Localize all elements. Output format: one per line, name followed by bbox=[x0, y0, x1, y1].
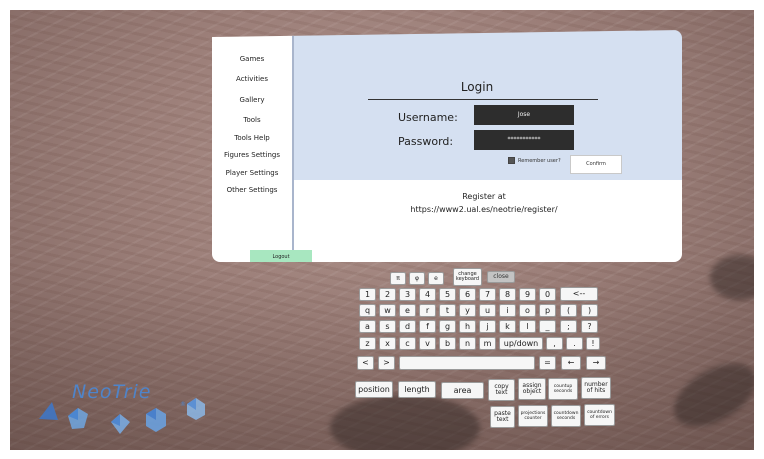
title-divider bbox=[368, 99, 598, 100]
logout-button[interactable]: Logout bbox=[250, 250, 312, 262]
key-c[interactable]: c bbox=[399, 337, 416, 350]
key-r[interactable]: r bbox=[419, 304, 436, 317]
key-equals[interactable]: = bbox=[539, 356, 556, 370]
sidebar-item-activities[interactable]: Activities bbox=[212, 75, 292, 83]
length-button[interactable]: length bbox=[398, 381, 436, 398]
key-close-paren[interactable]: ) bbox=[581, 304, 598, 317]
sidebar-item-figures-settings[interactable]: Figures Settings bbox=[212, 151, 292, 159]
key-6[interactable]: 6 bbox=[459, 288, 476, 301]
checkbox-icon bbox=[508, 157, 515, 164]
key-9[interactable]: 9 bbox=[519, 288, 536, 301]
area-button[interactable]: area bbox=[441, 382, 484, 399]
sidebar-item-tools[interactable]: Tools bbox=[212, 116, 292, 124]
key-e[interactable]: e bbox=[399, 304, 416, 317]
key-h[interactable]: h bbox=[459, 320, 476, 333]
confirm-button[interactable]: Confirm bbox=[570, 155, 622, 174]
key-x[interactable]: x bbox=[379, 337, 396, 350]
key-n[interactable]: n bbox=[459, 337, 476, 350]
position-button[interactable]: position bbox=[355, 381, 393, 398]
key-phi[interactable]: φ bbox=[409, 272, 425, 285]
sidebar-item-player-settings[interactable]: Player Settings bbox=[212, 169, 292, 177]
countup-seconds-button[interactable]: countup seconds bbox=[548, 378, 578, 400]
key-y[interactable]: y bbox=[459, 304, 476, 317]
up-down-key[interactable]: up/down bbox=[499, 337, 543, 350]
key-4[interactable]: 4 bbox=[419, 288, 436, 301]
key-less-than[interactable]: < bbox=[357, 356, 374, 370]
key-8[interactable]: 8 bbox=[499, 288, 516, 301]
sidebar-item-games[interactable]: Games bbox=[212, 55, 292, 63]
key-q[interactable]: q bbox=[359, 304, 376, 317]
left-arrow-key[interactable]: ← bbox=[561, 356, 581, 370]
password-label: Password: bbox=[398, 135, 454, 148]
key-k[interactable]: k bbox=[499, 320, 516, 333]
username-field[interactable]: Jose bbox=[474, 105, 574, 125]
login-title: Login bbox=[460, 80, 494, 94]
key-f[interactable]: f bbox=[419, 320, 436, 333]
key-i[interactable]: i bbox=[499, 304, 516, 317]
key-3[interactable]: 3 bbox=[399, 288, 416, 301]
key-o[interactable]: o bbox=[519, 304, 536, 317]
logo-text: NeoTrie bbox=[72, 381, 152, 403]
sidebar-item-other-settings[interactable]: Other Settings bbox=[212, 186, 292, 194]
key-e-constant[interactable]: e bbox=[428, 272, 444, 285]
key-t[interactable]: t bbox=[439, 304, 456, 317]
register-info: Register at https://www2.ual.es/neotrie/… bbox=[304, 190, 664, 216]
key-underscore[interactable]: _ bbox=[539, 320, 556, 333]
copy-text-button[interactable]: copy text bbox=[488, 379, 515, 401]
key-comma[interactable]: , bbox=[546, 337, 563, 350]
key-d[interactable]: d bbox=[399, 320, 416, 333]
sidebar-item-gallery[interactable]: Gallery bbox=[212, 96, 292, 104]
remember-user-label: Remember user? bbox=[518, 157, 561, 164]
right-arrow-key[interactable]: → bbox=[586, 356, 606, 370]
key-g[interactable]: g bbox=[439, 320, 456, 333]
key-5[interactable]: 5 bbox=[439, 288, 456, 301]
key-s[interactable]: s bbox=[379, 320, 396, 333]
key-z[interactable]: z bbox=[359, 337, 376, 350]
assign-object-button[interactable]: assign object bbox=[518, 378, 546, 400]
registered-mark: ® bbox=[180, 401, 186, 408]
projections-counter-button[interactable]: projections counter bbox=[518, 405, 548, 427]
key-0[interactable]: 0 bbox=[539, 288, 556, 301]
menu-panel: Games Activities Gallery Tools Tools Hel… bbox=[212, 30, 682, 262]
backspace-key[interactable]: <-- bbox=[560, 287, 598, 301]
key-greater-than[interactable]: > bbox=[378, 356, 395, 370]
register-line-1: Register at bbox=[462, 192, 506, 201]
key-w[interactable]: w bbox=[379, 304, 396, 317]
key-m[interactable]: m bbox=[479, 337, 496, 350]
key-exclamation[interactable]: ! bbox=[586, 337, 600, 350]
key-j[interactable]: j bbox=[479, 320, 496, 333]
username-label: Username: bbox=[398, 111, 458, 124]
key-open-paren[interactable]: ( bbox=[560, 304, 577, 317]
close-keyboard-button[interactable]: close bbox=[487, 271, 515, 283]
key-2[interactable]: 2 bbox=[379, 288, 396, 301]
spacebar[interactable] bbox=[399, 356, 535, 370]
sidebar: Games Activities Gallery Tools Tools Hel… bbox=[212, 30, 294, 262]
key-period[interactable]: . bbox=[566, 337, 583, 350]
key-p[interactable]: p bbox=[539, 304, 556, 317]
key-b[interactable]: b bbox=[439, 337, 456, 350]
key-a[interactable]: a bbox=[359, 320, 376, 333]
paste-text-button[interactable]: paste text bbox=[490, 406, 515, 428]
key-1[interactable]: 1 bbox=[359, 288, 376, 301]
register-url[interactable]: https://www2.ual.es/neotrie/register/ bbox=[304, 203, 664, 216]
key-pi[interactable]: π bbox=[390, 272, 406, 285]
key-semicolon[interactable]: ; bbox=[560, 320, 577, 333]
password-field[interactable]: *********** bbox=[474, 130, 574, 150]
key-l[interactable]: l bbox=[519, 320, 536, 333]
number-of-hits-button[interactable]: number of hits bbox=[581, 377, 611, 399]
key-u[interactable]: u bbox=[479, 304, 496, 317]
change-keyboard-button[interactable]: change keyboard bbox=[453, 268, 482, 286]
countdown-seconds-button[interactable]: countdown seconds bbox=[551, 405, 581, 427]
remember-user-checkbox[interactable]: Remember user? bbox=[508, 157, 561, 164]
key-question[interactable]: ? bbox=[581, 320, 598, 333]
sidebar-item-tools-help[interactable]: Tools Help bbox=[212, 134, 292, 142]
key-7[interactable]: 7 bbox=[479, 288, 496, 301]
countdown-of-errors-button[interactable]: countdown of errors bbox=[584, 404, 615, 426]
key-v[interactable]: v bbox=[419, 337, 436, 350]
